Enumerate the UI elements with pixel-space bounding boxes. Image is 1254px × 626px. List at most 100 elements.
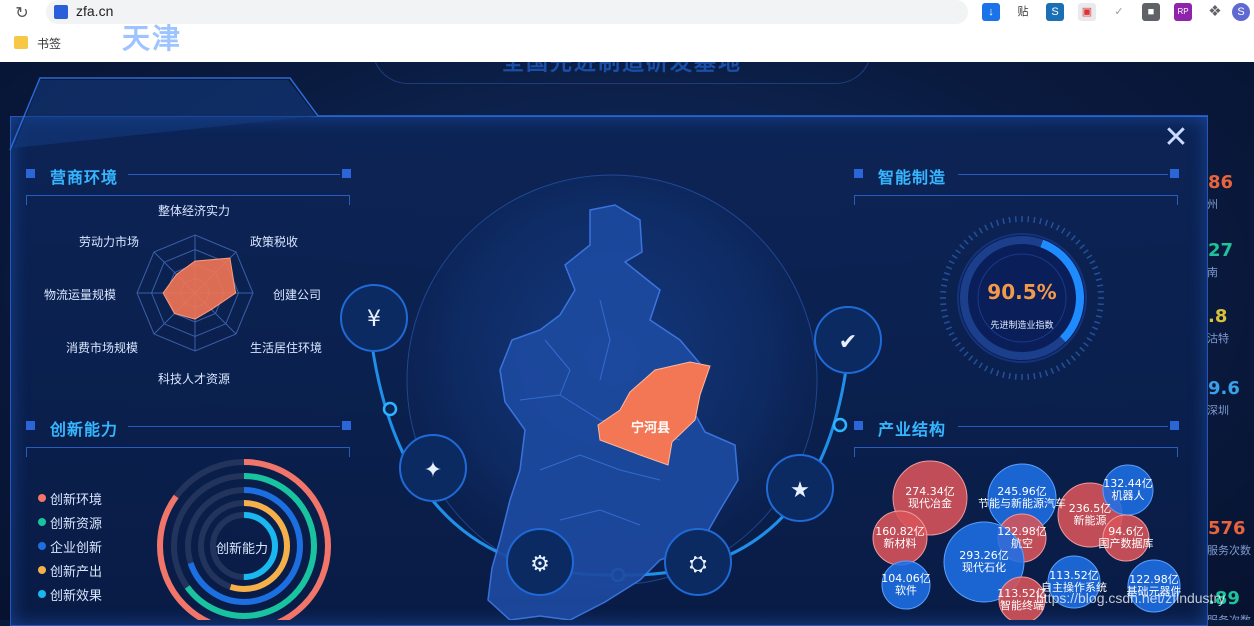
watermark-text: https://blog.csdn.net/zfindustry [1036, 590, 1225, 606]
gauge-tick [974, 232, 978, 237]
section-marker [26, 169, 35, 178]
radar-axis-label: 整体经济实力 [158, 202, 230, 219]
gauge-tick [1080, 245, 1085, 249]
legend-label: 创新产出 [50, 561, 102, 580]
close-icon[interactable]: ✕ [1162, 124, 1190, 152]
svg-text:✔: ✔ [839, 330, 857, 355]
gauge-tick [944, 273, 950, 275]
gauge-tick [969, 236, 973, 241]
industry-section-header: 产业结构 [852, 415, 1182, 439]
section-marker [1170, 421, 1179, 430]
section-bracket [854, 447, 1178, 457]
section-marker [26, 421, 35, 430]
innovation-center-label: 创新能力 [216, 538, 268, 557]
gauge-tick [1045, 370, 1047, 376]
gauge-tick [1076, 352, 1080, 356]
gauge-tick [952, 338, 957, 341]
industry-bubble-name: 软件 [881, 585, 931, 597]
gauge-tick [1092, 327, 1098, 329]
gauge-tick [1051, 222, 1053, 228]
gauge-tick [1090, 333, 1095, 336]
gauge-label: 先进制造业指数 [972, 318, 1072, 331]
gauge-tick [956, 250, 961, 254]
gauge-tick [1051, 368, 1053, 374]
gauge-tick [1080, 347, 1085, 351]
industry-bubble-label: 122.98亿航空 [997, 526, 1047, 550]
gauge-tick [1034, 217, 1035, 223]
gauge-tick [1094, 321, 1100, 323]
lightbulb-icon[interactable]: ✦ [400, 435, 466, 501]
orbit-node [384, 403, 396, 415]
gauge-tick [944, 321, 950, 323]
gauge-tick [1087, 338, 1092, 341]
svg-text:⚙: ⚙ [530, 552, 550, 577]
section-divider [958, 426, 1168, 427]
radar-value-area [163, 258, 236, 319]
gauge-tick [942, 279, 948, 280]
gauge-tick [1009, 373, 1010, 379]
gauge-tick [979, 228, 982, 233]
gauge-tick [949, 333, 954, 336]
gauge-tick [952, 255, 957, 258]
gauge-tick [942, 316, 948, 317]
section-bracket [26, 447, 350, 457]
section-marker [1170, 169, 1179, 178]
legend-dot [38, 566, 46, 574]
section-marker [854, 169, 863, 178]
radar-axis-label: 创建公司 [273, 286, 321, 303]
gauge-tick [946, 327, 952, 329]
gauge-tick [1003, 218, 1004, 224]
section-divider [128, 174, 340, 175]
gauge-tick [1034, 373, 1035, 379]
radar-axis-label: 劳动力市场 [79, 233, 139, 250]
map-county-label: 宁河县 [631, 417, 670, 436]
gauge-tick [979, 363, 982, 368]
industry-bubble-label: 94.6亿国产数据库 [1099, 526, 1154, 550]
industry-bubble-name: 新材料 [875, 538, 925, 550]
gear-badge-icon[interactable]: ⛭ [665, 529, 731, 595]
award-badge-icon[interactable]: ✔ [815, 307, 881, 373]
gauge-tick [1057, 366, 1060, 371]
gauge-tick [956, 343, 961, 347]
gauge-tick [997, 370, 999, 376]
industry-bubble-name: 机器人 [1103, 490, 1153, 502]
business-section-header: 营商环境 [24, 163, 354, 187]
legend-label: 创新环境 [50, 489, 102, 508]
section-divider [958, 174, 1168, 175]
industry-section-title: 产业结构 [878, 416, 946, 440]
gauge-tick [1097, 310, 1103, 311]
industry-bubble-name: 节能与新能源汽车 [978, 498, 1066, 510]
gauge-tick [1062, 228, 1065, 233]
modal-decor: ¥ ✦ ⚙ ⛭ ★ ✔ [0, 0, 1254, 620]
gear-search-icon[interactable]: ⚙ [507, 529, 573, 595]
business-section-title: 营商环境 [50, 164, 118, 188]
svg-text:⛭: ⛭ [689, 552, 707, 577]
orbit-node [834, 419, 846, 431]
gauge-tick [1094, 273, 1100, 275]
innovation-section-title: 创新能力 [50, 416, 118, 440]
gauge-tick [1071, 356, 1075, 361]
industry-bubble-name: 现代冶金 [905, 498, 955, 510]
section-marker [342, 421, 351, 430]
legend-dot [38, 494, 46, 502]
smart-section-title: 智能制造 [878, 164, 946, 188]
radar-axis-label: 物流运量规模 [44, 286, 116, 303]
industry-bubble-label: 104.06亿软件 [881, 573, 931, 597]
city-title: 天津 [122, 17, 182, 57]
legend-label: 创新资源 [50, 513, 102, 532]
finance-icon[interactable]: ¥ [341, 285, 407, 351]
radar-axis-label: 科技人才资源 [158, 370, 230, 387]
gauge-tick [1090, 261, 1095, 264]
gauge-tick [1092, 267, 1098, 269]
legend-dot [38, 542, 46, 550]
industry-bubble-name: 现代石化 [959, 562, 1009, 574]
trophy-icon[interactable]: ★ [767, 455, 833, 521]
gauge-tick [1076, 240, 1080, 244]
industry-bubble-label: 293.26亿现代石化 [959, 550, 1009, 574]
radar-axis-label: 政策税收 [250, 233, 298, 250]
gauge-tick [1045, 220, 1047, 226]
gauge-tick [964, 240, 968, 244]
industry-bubble-label: 245.96亿节能与新能源汽车 [978, 486, 1066, 510]
gauge-tick [1067, 359, 1071, 364]
smart-section-header: 智能制造 [852, 163, 1182, 187]
